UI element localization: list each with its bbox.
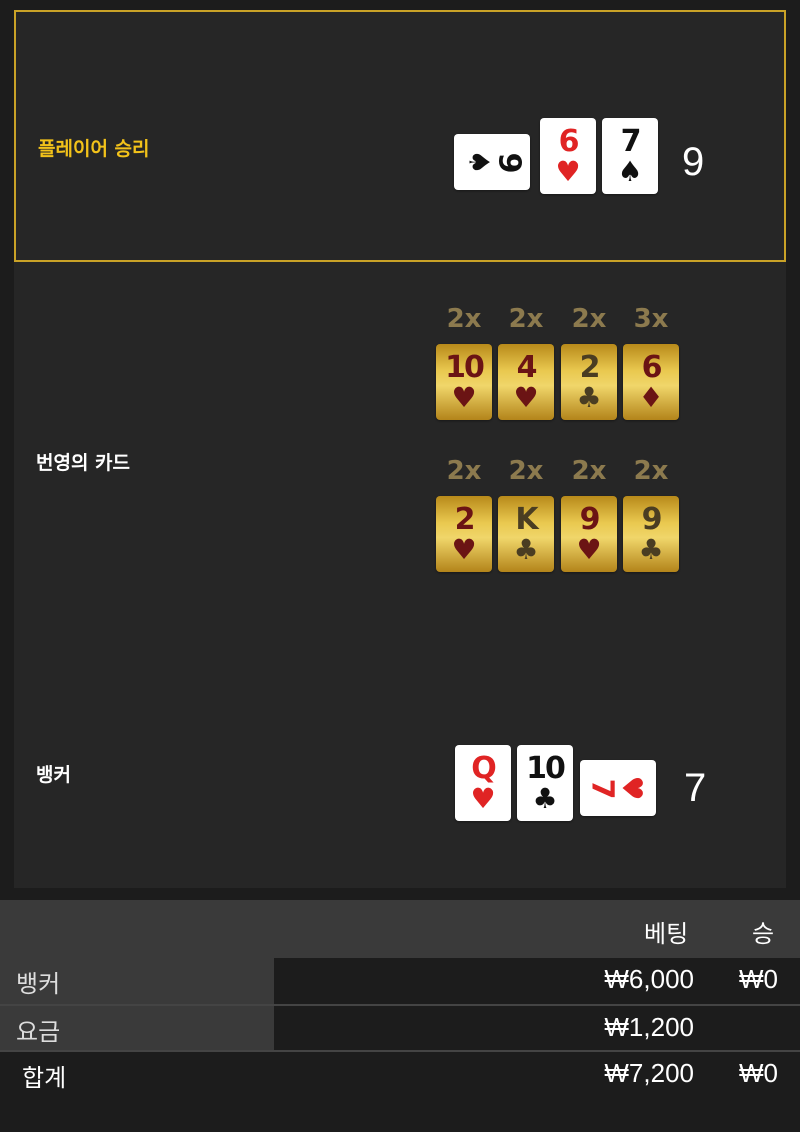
- bet-amount: ₩1,200: [604, 1012, 694, 1042]
- spade-icon: ♠: [462, 149, 496, 175]
- lightning-cards-label: 번영의 카드: [36, 452, 131, 474]
- lightning-and-banker-panel: 번영의 카드 2x 2x 2x 3x 10 ♥ 4 ♥ 2 ♣ 6 ♦ 2x 2…: [14, 262, 786, 888]
- card-rank: 2: [579, 350, 601, 385]
- heart-icon: ♥: [451, 381, 477, 414]
- table-header: 베팅 승: [0, 900, 800, 958]
- heart-icon: ♥: [451, 533, 477, 566]
- card-rank: 2: [454, 502, 476, 537]
- table-row-total: 합계 ₩7,200 ₩0: [0, 1050, 800, 1096]
- bet-column-header: 베팅: [644, 920, 689, 948]
- club-icon: ♣: [576, 381, 602, 414]
- multiplier: 2x: [571, 456, 607, 486]
- player-result-panel: 플레이어 승리 ♠ 9 6 ♥ 7 ♠ 9: [14, 10, 786, 262]
- table-row: 뱅커 ₩6,000 ₩0: [0, 958, 800, 1004]
- banker-label: 뱅커: [36, 764, 71, 786]
- card-rank: 9: [641, 502, 663, 537]
- multiplier: 2x: [446, 304, 482, 334]
- multiplier: 2x: [508, 456, 544, 486]
- table-row: 요금 ₩1,200: [0, 1004, 800, 1050]
- card-rank: 10: [445, 350, 485, 385]
- banker-card-3: 7 ♥: [580, 760, 656, 816]
- bet-amount: ₩6,000: [604, 964, 694, 994]
- row-name: 뱅커: [0, 958, 274, 1004]
- banker-score: 7: [684, 766, 707, 810]
- multiplier: 2x: [508, 304, 544, 334]
- club-icon: ♣: [513, 533, 539, 566]
- multiplier: 3x: [633, 304, 669, 334]
- lightning-card: K ♣: [498, 496, 554, 572]
- card-rank: 7: [584, 778, 620, 798]
- lightning-card: 9 ♥: [561, 496, 617, 572]
- card-rank: 9: [491, 152, 527, 172]
- lightning-card: 9 ♣: [623, 496, 679, 572]
- card-rank: 6: [558, 124, 580, 159]
- player-score: 9: [682, 140, 705, 184]
- lightning-card: 4 ♥: [498, 344, 554, 420]
- player-win-label: 플레이어 승리: [38, 138, 150, 160]
- card-rank: 10: [526, 751, 566, 786]
- card-rank: K: [515, 502, 538, 537]
- multiplier: 2x: [571, 304, 607, 334]
- card-rank: 6: [641, 350, 663, 385]
- player-card-1: ♠ 9: [454, 134, 530, 190]
- heart-icon: ♥: [615, 775, 649, 801]
- lightning-card: 10 ♥: [436, 344, 492, 420]
- bet-summary-table: 베팅 승 뱅커 ₩6,000 ₩0 요금 ₩1,200 합계 ₩7,200 ₩0: [0, 900, 800, 1096]
- win-amount: ₩0: [739, 1058, 778, 1088]
- win-amount: ₩0: [739, 964, 778, 994]
- club-icon: ♣: [638, 533, 664, 566]
- heart-icon: ♥: [470, 782, 496, 815]
- lightning-card: 2 ♣: [561, 344, 617, 420]
- diamond-icon: ♦: [638, 381, 664, 414]
- row-name: 합계: [22, 1064, 67, 1092]
- club-icon: ♣: [532, 782, 558, 815]
- card-rank: Q: [471, 751, 496, 786]
- player-card-2: 6 ♥: [540, 118, 596, 194]
- multiplier: 2x: [446, 456, 482, 486]
- player-card-3: 7 ♠: [602, 118, 658, 194]
- heart-icon: ♥: [555, 155, 581, 188]
- heart-icon: ♥: [576, 533, 602, 566]
- bet-amount: ₩7,200: [604, 1058, 694, 1088]
- banker-card-1: Q ♥: [455, 745, 511, 821]
- multiplier: 2x: [633, 456, 669, 486]
- spade-icon: ♠: [617, 155, 643, 188]
- row-name: 요금: [0, 1006, 274, 1050]
- card-rank: 7: [620, 124, 642, 159]
- lightning-card: 2 ♥: [436, 496, 492, 572]
- lightning-card: 6 ♦: [623, 344, 679, 420]
- card-rank: 4: [516, 350, 538, 385]
- win-column-header: 승: [752, 920, 775, 948]
- banker-card-2: 10 ♣: [517, 745, 573, 821]
- card-rank: 9: [579, 502, 601, 537]
- heart-icon: ♥: [513, 381, 539, 414]
